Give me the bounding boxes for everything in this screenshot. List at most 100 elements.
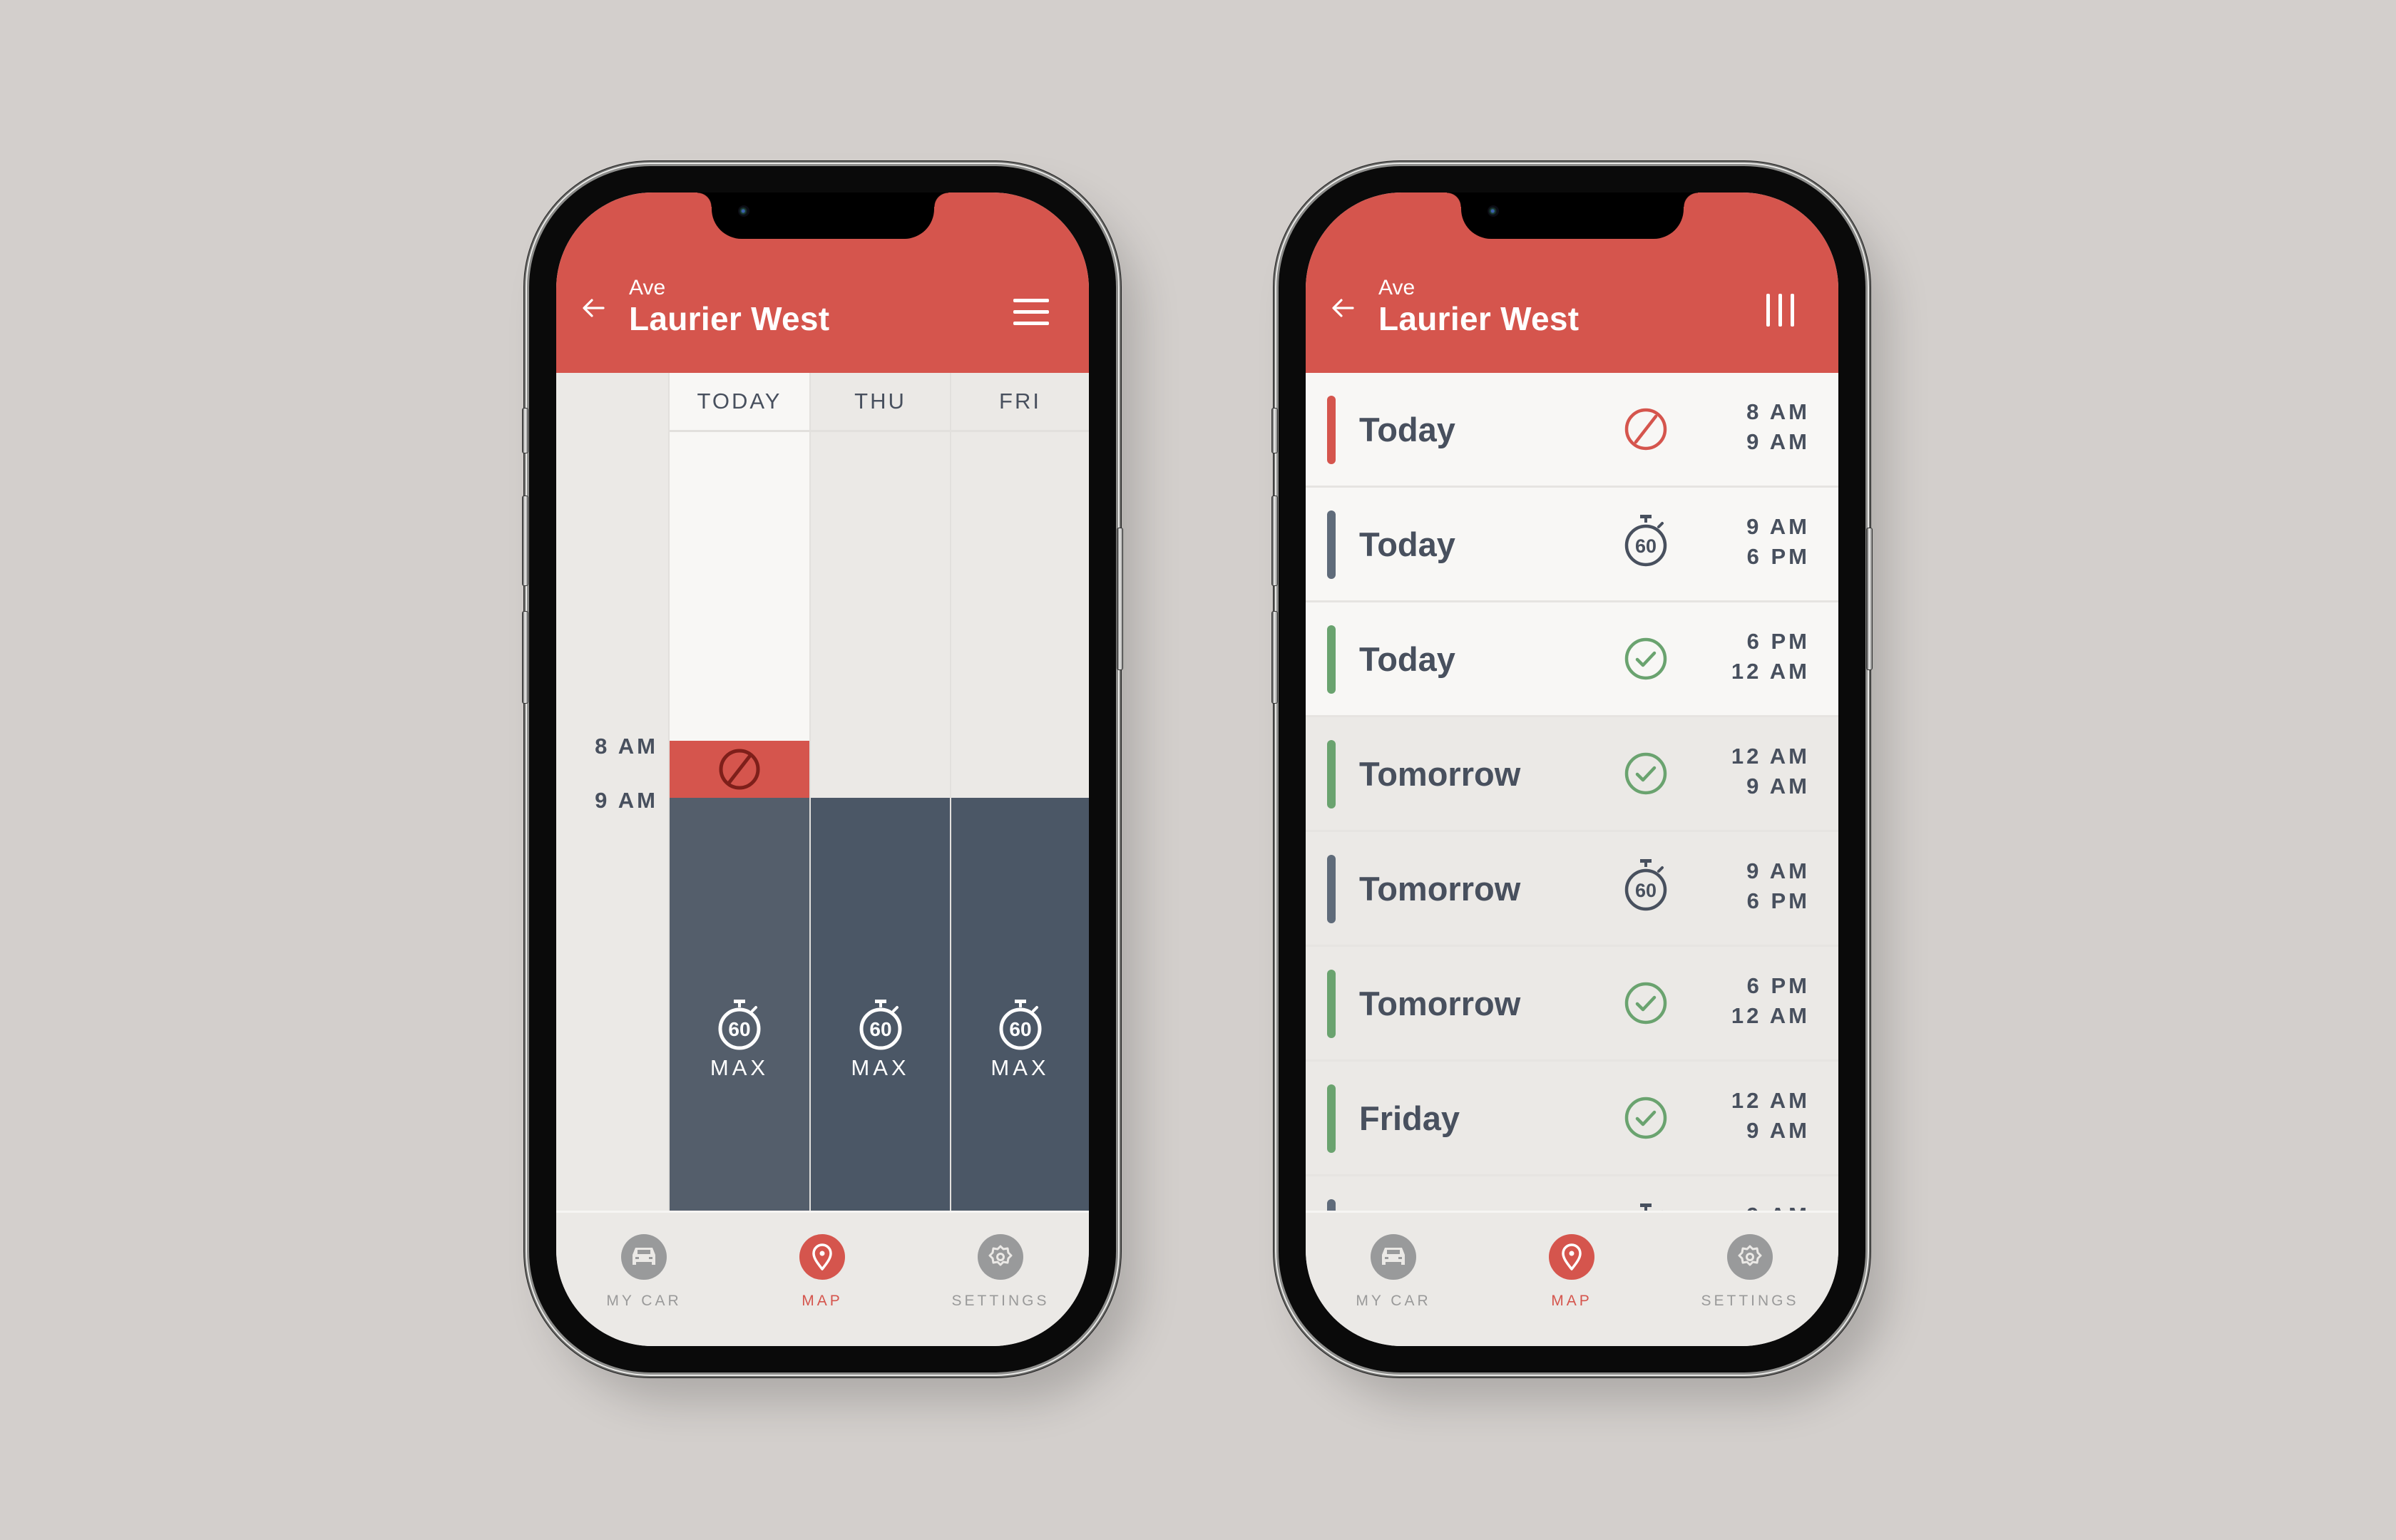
day-column-fri[interactable]: FRI 60 MAX	[951, 373, 1089, 1281]
no-parking-icon	[719, 749, 760, 790]
max-label: MAX	[990, 1055, 1050, 1080]
day-label: Tomorrow	[1359, 869, 1521, 908]
phone-list-view: Ave Laurier West Today 8 AM 9 AM Today 60 9 A…	[1271, 166, 1873, 1372]
front-camera	[737, 205, 749, 217]
mute-switch	[1271, 408, 1278, 453]
svg-text:60: 60	[728, 1018, 750, 1040]
time-column: 8 AM 9 AM 6 PM	[556, 373, 670, 1294]
columns-view-icon[interactable]	[1763, 292, 1798, 328]
street-subtitle: Ave	[629, 276, 666, 299]
time-range: 6 PM 12 AM	[1731, 971, 1810, 1031]
day-header: THU	[811, 373, 950, 432]
status-bar	[1327, 970, 1336, 1038]
status-bar	[1327, 396, 1336, 464]
time-limit-block[interactable]: 60 MAX	[951, 798, 1089, 1281]
svg-text:60: 60	[1635, 880, 1657, 901]
day-header: TODAY	[670, 373, 809, 432]
stopwatch-60-icon: 60	[718, 1000, 761, 1050]
nav-settings[interactable]: SETTINGS	[1679, 1234, 1821, 1310]
day-label: Tomorrow	[1359, 984, 1521, 1022]
schedule-list: Today 8 AM 9 AM Today 60 9 AM 6 PM Today 6 PM 12 …	[1306, 373, 1838, 1213]
status-bar	[1327, 740, 1336, 808]
start-time: 6 PM	[1746, 629, 1810, 654]
list-item[interactable]: Today 60 9 AM 6 PM	[1306, 488, 1838, 602]
time-limit-block[interactable]: 60 MAX	[811, 798, 950, 1281]
list-item[interactable]: Today 6 PM 12 AM	[1306, 602, 1838, 717]
day-label: Friday	[1359, 1099, 1460, 1137]
nav-settings[interactable]: SETTINGS	[929, 1234, 1072, 1310]
nav-label: MY CAR	[1356, 1293, 1431, 1309]
end-time: 6 PM	[1746, 888, 1810, 913]
no-parking-block[interactable]	[670, 741, 809, 798]
map-pin-icon	[799, 1234, 845, 1280]
notch	[1446, 192, 1698, 239]
notch	[697, 192, 948, 239]
max-label: MAX	[851, 1055, 910, 1080]
end-time: 12 AM	[1731, 659, 1810, 684]
day-column-today[interactable]: TODAY 60 MAX	[670, 373, 811, 1281]
start-time: 6 PM	[1746, 973, 1810, 998]
car-icon	[1371, 1234, 1416, 1280]
time-range: 12 AM 9 AM	[1731, 741, 1810, 801]
no-parking-icon	[1623, 406, 1669, 452]
arrow-left-icon[interactable]	[1328, 294, 1357, 322]
status-bar	[1327, 625, 1336, 694]
volume-down-button	[522, 611, 528, 704]
status-bar	[1327, 855, 1336, 923]
power-button	[1117, 528, 1123, 670]
volume-up-button	[1271, 496, 1278, 586]
screen: Ave Laurier West 8 AM 9 AM 6 PM TODAY	[556, 192, 1089, 1346]
arrow-left-icon[interactable]	[579, 294, 608, 322]
volume-up-button	[522, 496, 528, 586]
day-column-thu[interactable]: THU 60 MAX	[811, 373, 951, 1281]
hamburger-menu-icon[interactable]	[1013, 296, 1049, 327]
nav-label: SETTINGS	[1701, 1293, 1799, 1309]
list-item[interactable]: 609 AM	[1306, 1176, 1838, 1213]
end-time: 6 PM	[1746, 544, 1810, 569]
start-time: 9 AM	[1746, 514, 1810, 539]
svg-text:60: 60	[869, 1018, 891, 1040]
bottom-nav: MY CAR MAP SETTINGS	[1306, 1211, 1838, 1346]
end-time: 9 AM	[1746, 774, 1810, 799]
list-item[interactable]: Today 8 AM 9 AM	[1306, 373, 1838, 488]
day-label: Today	[1359, 525, 1455, 563]
svg-text:60: 60	[1635, 535, 1657, 557]
status-bar	[1327, 510, 1336, 579]
check-circle-icon	[1623, 636, 1669, 682]
day-label: Tomorrow	[1359, 754, 1521, 793]
nav-my-car[interactable]: MY CAR	[573, 1234, 715, 1310]
bottom-nav: MY CAR MAP SETTINGS	[556, 1211, 1089, 1346]
start-time: 12 AM	[1731, 744, 1810, 769]
stopwatch-60-icon: 60	[1623, 513, 1669, 568]
list-item[interactable]: Tomorrow 6 PM 12 AM	[1306, 947, 1838, 1062]
list-item[interactable]: Tomorrow 60 9 AM 6 PM	[1306, 832, 1838, 947]
time-range: 6 PM 12 AM	[1731, 627, 1810, 687]
stopwatch-60-icon: 60	[999, 1000, 1041, 1050]
front-camera	[1487, 205, 1499, 217]
stopwatch-60-icon: 60	[859, 1000, 901, 1050]
list-item[interactable]: Tomorrow 12 AM 9 AM	[1306, 717, 1838, 832]
car-icon	[621, 1234, 667, 1280]
start-time: 9 AM	[1746, 858, 1810, 883]
end-time: 9 AM	[1746, 429, 1810, 454]
nav-map[interactable]: MAP	[1500, 1234, 1643, 1310]
nav-map[interactable]: MAP	[751, 1234, 894, 1310]
time-range: 12 AM 9 AM	[1731, 1086, 1810, 1146]
street-subtitle: Ave	[1378, 276, 1415, 299]
day-label: Today	[1359, 640, 1455, 678]
power-button	[1866, 528, 1873, 670]
check-circle-icon	[1623, 751, 1669, 796]
time-range: 9 AM 6 PM	[1746, 512, 1810, 572]
nav-label: MY CAR	[606, 1293, 682, 1309]
nav-my-car[interactable]: MY CAR	[1322, 1234, 1465, 1310]
day-label: Today	[1359, 410, 1455, 448]
check-circle-icon	[1623, 1095, 1669, 1141]
list-item[interactable]: Friday 12 AM 9 AM	[1306, 1062, 1838, 1176]
svg-text:60: 60	[1009, 1018, 1031, 1040]
nav-label: MAP	[1551, 1293, 1592, 1309]
nav-label: SETTINGS	[951, 1293, 1050, 1309]
start-time: 12 AM	[1731, 1088, 1810, 1113]
time-range: 8 AM 9 AM	[1746, 397, 1810, 457]
time-limit-block[interactable]: 60 MAX	[670, 798, 809, 1281]
screen: Ave Laurier West Today 8 AM 9 AM Today 60 9 A…	[1306, 192, 1838, 1346]
